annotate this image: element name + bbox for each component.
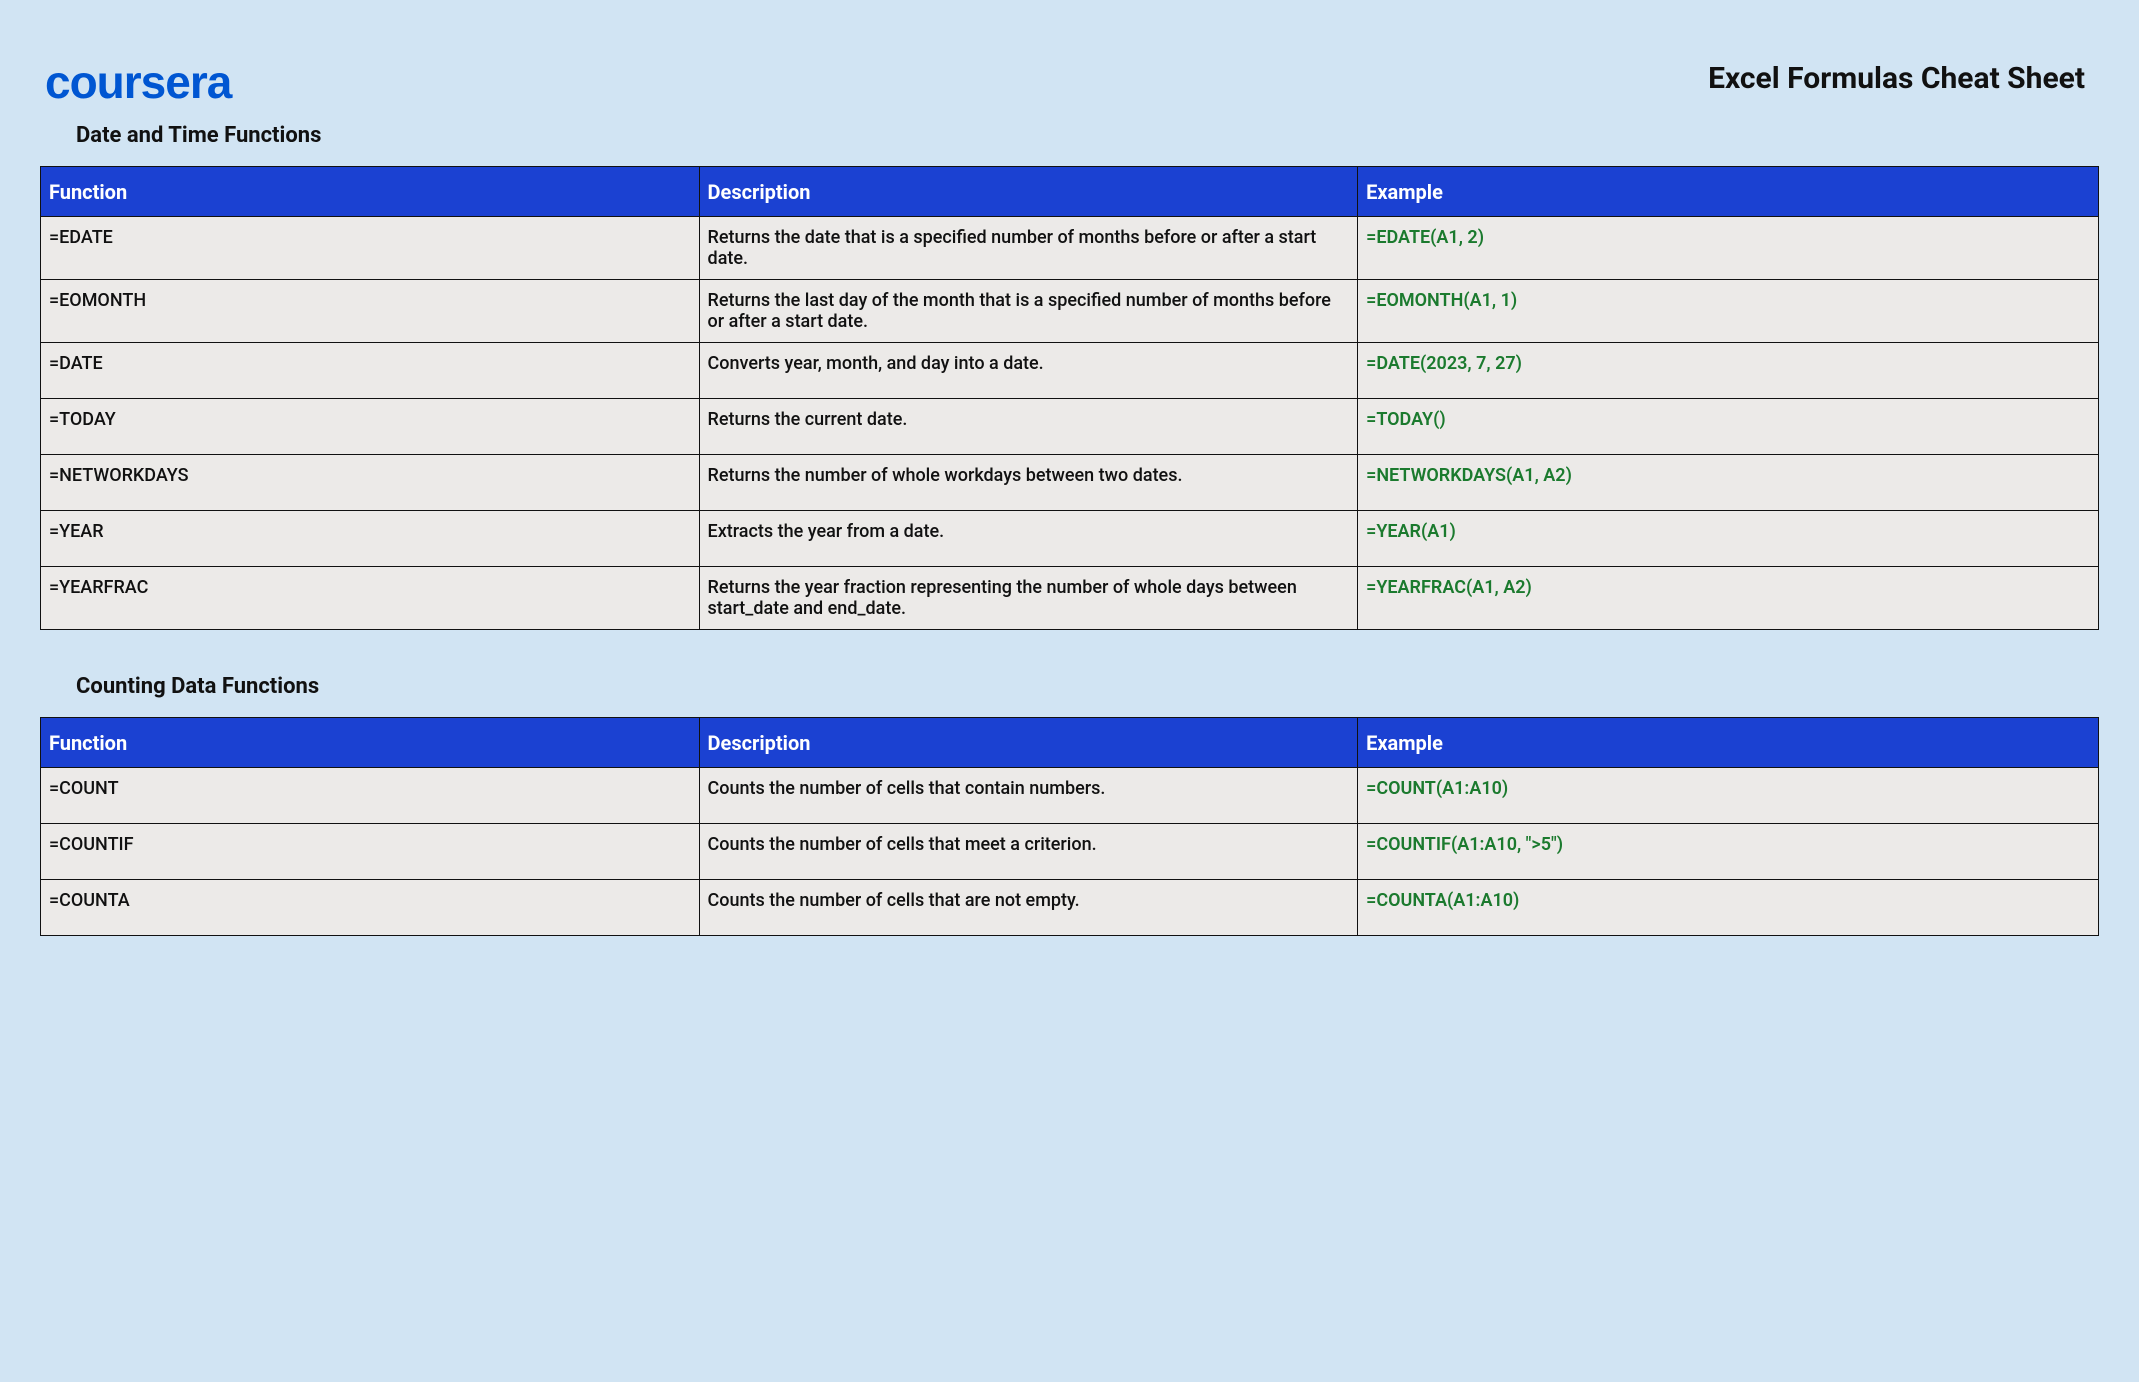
- table-row: =COUNTIF Counts the number of cells that…: [41, 824, 2099, 880]
- logo: coursera: [45, 55, 231, 109]
- cell-description: Counts the number of cells that meet a c…: [699, 824, 1358, 880]
- cell-example: =YEARFRAC(A1, A2): [1358, 567, 2099, 630]
- cell-description: Converts year, month, and day into a dat…: [699, 343, 1358, 399]
- cell-function: =COUNTA: [41, 880, 700, 936]
- cell-description: Returns the date that is a specified num…: [699, 217, 1358, 280]
- cell-function: =EDATE: [41, 217, 700, 280]
- table-header-row: Function Description Example: [41, 718, 2099, 768]
- cell-function: =COUNT: [41, 768, 700, 824]
- cell-example: =YEAR(A1): [1358, 511, 2099, 567]
- table-row: =TODAY Returns the current date. =TODAY(…: [41, 399, 2099, 455]
- table-row: =COUNT Counts the number of cells that c…: [41, 768, 2099, 824]
- table-row: =EOMONTH Returns the last day of the mon…: [41, 280, 2099, 343]
- section-title-counting: Counting Data Functions: [76, 674, 2099, 699]
- cell-description: Returns the current date.: [699, 399, 1358, 455]
- cell-description: Returns the year fraction representing t…: [699, 567, 1358, 630]
- table-row: =DATE Converts year, month, and day into…: [41, 343, 2099, 399]
- cell-function: =YEARFRAC: [41, 567, 700, 630]
- cell-function: =NETWORKDAYS: [41, 455, 700, 511]
- col-description: Description: [699, 167, 1358, 217]
- cell-example: =COUNTIF(A1:A10, ">5"): [1358, 824, 2099, 880]
- cell-function: =YEAR: [41, 511, 700, 567]
- table-row: =EDATE Returns the date that is a specif…: [41, 217, 2099, 280]
- header: coursera Excel Formulas Cheat Sheet: [40, 55, 2099, 109]
- cell-example: =EDATE(A1, 2): [1358, 217, 2099, 280]
- col-example: Example: [1358, 167, 2099, 217]
- col-function: Function: [41, 718, 700, 768]
- cell-function: =DATE: [41, 343, 700, 399]
- col-example: Example: [1358, 718, 2099, 768]
- table-row: =COUNTA Counts the number of cells that …: [41, 880, 2099, 936]
- table-row: =YEAR Extracts the year from a date. =YE…: [41, 511, 2099, 567]
- col-function: Function: [41, 167, 700, 217]
- cell-description: Extracts the year from a date.: [699, 511, 1358, 567]
- col-description: Description: [699, 718, 1358, 768]
- table-counting: Function Description Example =COUNT Coun…: [40, 717, 2099, 936]
- table-row: =NETWORKDAYS Returns the number of whole…: [41, 455, 2099, 511]
- cell-example: =NETWORKDAYS(A1, A2): [1358, 455, 2099, 511]
- cell-function: =EOMONTH: [41, 280, 700, 343]
- cell-description: Counts the number of cells that are not …: [699, 880, 1358, 936]
- cell-example: =COUNTA(A1:A10): [1358, 880, 2099, 936]
- cell-function: =COUNTIF: [41, 824, 700, 880]
- section-title-date-time: Date and Time Functions: [76, 123, 2099, 148]
- cell-example: =COUNT(A1:A10): [1358, 768, 2099, 824]
- cell-description: Returns the number of whole workdays bet…: [699, 455, 1358, 511]
- table-date-time: Function Description Example =EDATE Retu…: [40, 166, 2099, 630]
- table-row: =YEARFRAC Returns the year fraction repr…: [41, 567, 2099, 630]
- cell-example: =DATE(2023, 7, 27): [1358, 343, 2099, 399]
- page-title: Excel Formulas Cheat Sheet: [1708, 61, 2085, 96]
- cell-example: =EOMONTH(A1, 1): [1358, 280, 2099, 343]
- cell-description: Counts the number of cells that contain …: [699, 768, 1358, 824]
- cell-description: Returns the last day of the month that i…: [699, 280, 1358, 343]
- cell-example: =TODAY(): [1358, 399, 2099, 455]
- cell-function: =TODAY: [41, 399, 700, 455]
- table-header-row: Function Description Example: [41, 167, 2099, 217]
